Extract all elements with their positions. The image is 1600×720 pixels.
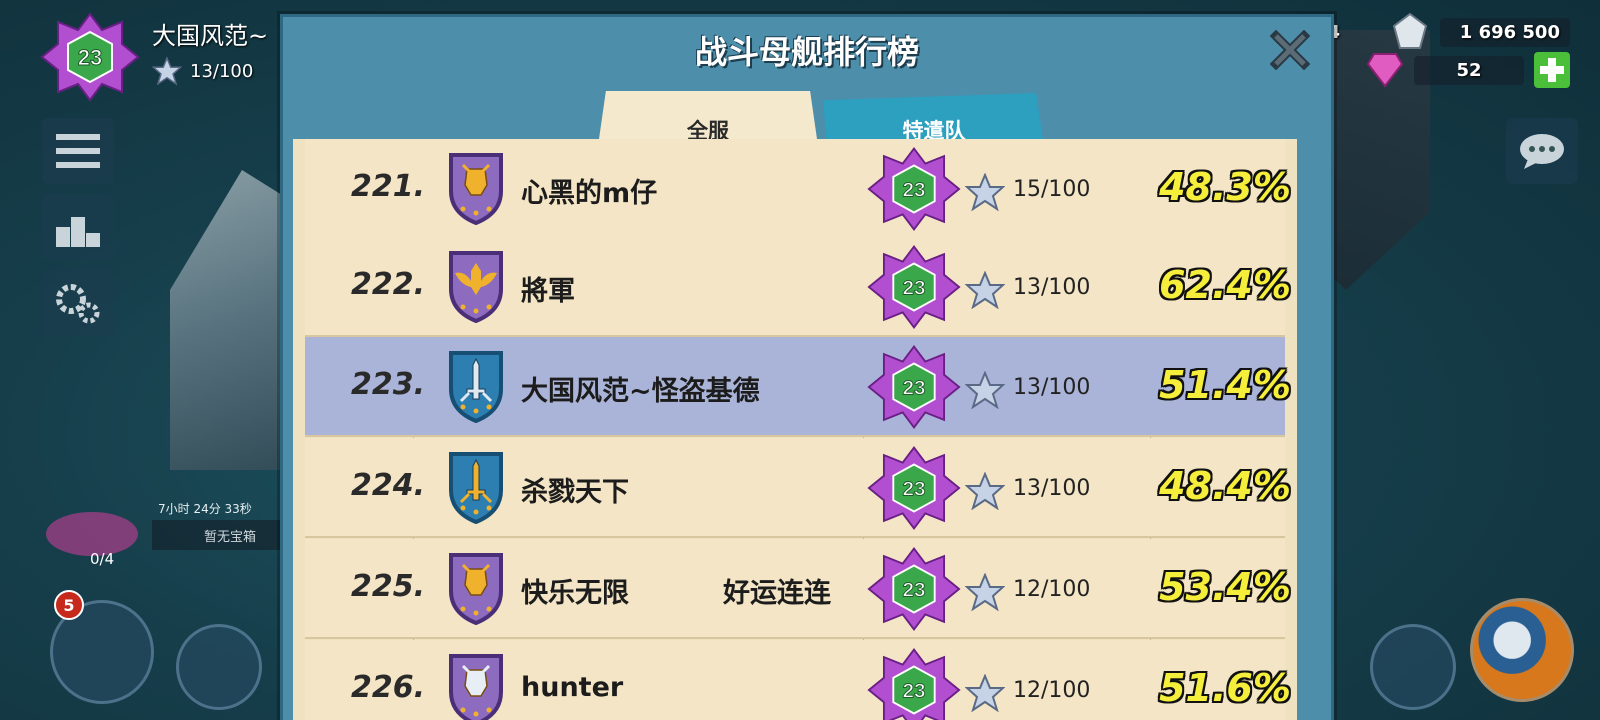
- diamond-value: 52: [1414, 55, 1524, 85]
- row-stars: 12/100: [1013, 678, 1091, 703]
- clan-shield-icon: [449, 251, 503, 323]
- leaderboard-icon: [56, 217, 100, 247]
- rank-level-text: 23: [903, 377, 926, 400]
- weapon-button[interactable]: [176, 624, 262, 710]
- player-stars: 13/100: [152, 56, 253, 86]
- headquarters-button[interactable]: [1370, 624, 1456, 710]
- leaderboard-panel: 战斗母舰排行榜 全服 特遣队 名称 星阶 胜率 221. 心黑的m仔 23 15…: [280, 14, 1334, 720]
- close-icon: [1270, 30, 1310, 70]
- rank-level-text: 23: [903, 179, 926, 202]
- star-icon: [965, 472, 1005, 510]
- row-win-rate: 48.3%: [1159, 165, 1291, 209]
- iron-icon: [1392, 12, 1428, 49]
- row-rank: 223.: [350, 367, 425, 402]
- table-row[interactable]: 223. 大国风范~怪盗基德 23 13/100 51.4%: [305, 337, 1291, 437]
- rank-tier-badge: 23: [867, 446, 961, 530]
- row-stars: 12/100: [1013, 577, 1091, 602]
- star-icon: [965, 573, 1005, 611]
- rank-tier-badge: 23: [867, 547, 961, 631]
- player-level-text: 23: [78, 45, 102, 70]
- player-name: 大国风范~: [152, 22, 269, 50]
- table-row[interactable]: 221. 心黑的m仔 23 15/100 48.3%: [305, 139, 1291, 239]
- diamond-resource: 52: [1366, 52, 1570, 88]
- rank-tier-badge: 23: [867, 648, 961, 720]
- background-ship: [170, 170, 290, 470]
- row-win-rate: 51.6%: [1159, 666, 1291, 710]
- chest-area[interactable]: 7小时 24分 33秒 暂无宝箱 0/4: [42, 500, 308, 580]
- row-stars: 13/100: [1013, 375, 1091, 400]
- row-player-name: 杀戮天下: [521, 477, 629, 508]
- row-stars: 13/100: [1013, 275, 1091, 300]
- row-win-rate: 48.4%: [1159, 464, 1291, 508]
- row-rank: 226.: [350, 670, 425, 705]
- row-win-rate: 51.4%: [1159, 363, 1291, 407]
- rank-level-text: 23: [903, 277, 926, 300]
- row-win-rate: 62.4%: [1159, 263, 1291, 307]
- attack-button[interactable]: [1470, 598, 1574, 702]
- table-row[interactable]: 225. 快乐无限 好运连连 23 12/100 53.4%: [305, 539, 1291, 639]
- menu-button[interactable]: [42, 118, 114, 184]
- clan-shield-icon: [449, 452, 503, 524]
- chest-timer: 7小时 24分 33秒: [158, 502, 252, 516]
- rank-tier-badge: 23: [867, 245, 961, 329]
- leaderboard-button[interactable]: [42, 194, 114, 260]
- row-rank: 221.: [350, 169, 425, 204]
- star-icon: [965, 674, 1005, 712]
- add-diamond-button[interactable]: [1534, 52, 1570, 88]
- rank-level-text: 23: [903, 478, 926, 501]
- menu-icon: [56, 134, 100, 168]
- table-row[interactable]: 224. 杀戮天下 23 13/100 48.4%: [305, 438, 1291, 538]
- row-player-name: 快乐无限 好运连连: [521, 578, 831, 609]
- row-player-name: hunter: [521, 672, 624, 703]
- row-win-rate: 53.4%: [1159, 565, 1291, 609]
- star-icon: [965, 173, 1005, 211]
- gear-icon: [56, 284, 100, 324]
- rank-level-text: 23: [903, 680, 926, 703]
- notification-badge: 5: [54, 590, 84, 620]
- clan-shield-icon: [449, 351, 503, 423]
- clan-shield-icon: [449, 153, 503, 225]
- chat-button[interactable]: [1506, 118, 1578, 184]
- row-stars: 15/100: [1013, 177, 1091, 202]
- iron-value: 1 696 500: [1440, 17, 1570, 47]
- rank-tier-badge: 23: [867, 345, 961, 429]
- panel-title: 战斗母舰排行榜: [694, 33, 919, 71]
- star-icon: [965, 271, 1005, 309]
- star-icon: [152, 56, 182, 86]
- row-player-name: 心黑的m仔: [521, 178, 658, 209]
- row-rank: 222.: [350, 267, 425, 302]
- player-stars-text: 13/100: [190, 60, 254, 82]
- iron-resource: 24 1 696 500: [1315, 12, 1570, 52]
- settings-button[interactable]: [42, 270, 114, 336]
- player-rank-badge[interactable]: 23: [38, 12, 142, 102]
- table-row[interactable]: 226. hunter 23 12/100 51.6%: [305, 640, 1291, 720]
- close-button[interactable]: [1267, 27, 1313, 73]
- chest-count: 0/4: [90, 550, 115, 568]
- row-rank: 224.: [350, 468, 425, 503]
- row-player-name: 將軍: [521, 276, 575, 307]
- row-player-name: 大国风范~怪盗基德: [521, 376, 760, 407]
- clan-shield-icon: [449, 654, 503, 720]
- leaderboard-table: 名称 星阶 胜率 221. 心黑的m仔 23 15/10048.3%222. 將…: [293, 139, 1297, 720]
- diamond-icon: [1366, 53, 1404, 88]
- table-row[interactable]: 222. 將軍 23 13/100 62.4%: [305, 237, 1291, 337]
- row-rank: 225.: [350, 569, 425, 604]
- star-icon: [965, 371, 1005, 409]
- rank-level-text: 23: [903, 579, 926, 602]
- clan-shield-icon: [449, 553, 503, 625]
- chat-icon: [1520, 134, 1564, 169]
- rank-tier-badge: 23: [867, 147, 961, 231]
- row-stars: 13/100: [1013, 476, 1091, 501]
